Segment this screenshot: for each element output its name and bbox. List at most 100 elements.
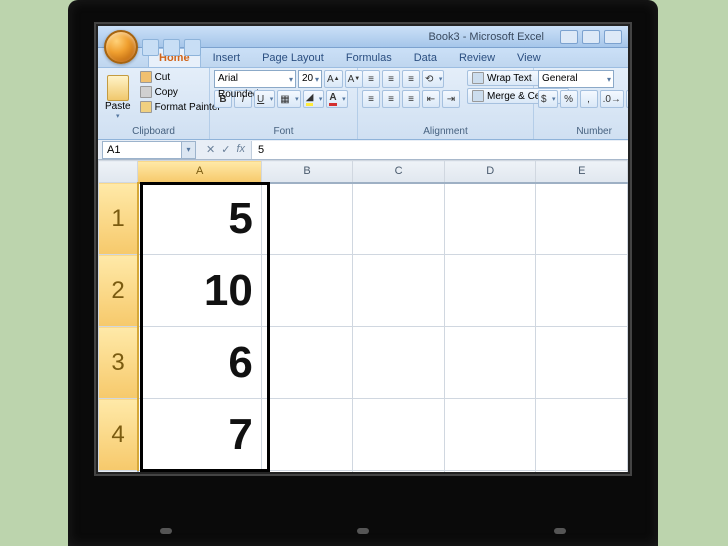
row-header-4[interactable]: 4: [99, 399, 138, 471]
close-button[interactable]: [604, 30, 622, 44]
cell-e2[interactable]: [536, 255, 628, 327]
worksheet[interactable]: A B C D E 1 5 2 10: [98, 160, 628, 472]
number-format-combo[interactable]: General: [538, 70, 614, 88]
qat-redo-button[interactable]: [184, 39, 201, 56]
name-box-value: A1: [107, 144, 120, 156]
group-alignment: ≡ ≡ ≡ ⟲ ≡ ≡ ≡ ⇤ ⇥: [358, 68, 534, 139]
cell-e4[interactable]: [536, 399, 628, 471]
increase-decimal-button[interactable]: .0→: [600, 90, 624, 108]
cell-a4[interactable]: 7: [138, 399, 261, 471]
underline-button[interactable]: U: [254, 90, 275, 108]
cell-b5[interactable]: [261, 471, 353, 473]
enter-formula-icon[interactable]: ✓: [221, 143, 230, 156]
copy-icon: [140, 86, 152, 98]
select-all-corner[interactable]: [99, 161, 138, 183]
cell-c5[interactable]: [353, 471, 445, 473]
cell-c3[interactable]: [353, 327, 445, 399]
row-header-5[interactable]: [99, 471, 138, 473]
cut-label: Cut: [155, 72, 171, 83]
align-middle-button[interactable]: ≡: [382, 70, 400, 88]
cell-d3[interactable]: [444, 327, 536, 399]
laptop-hinges: [68, 528, 658, 534]
cell-a3[interactable]: 6: [138, 327, 261, 399]
cell-c1[interactable]: [353, 183, 445, 255]
ribbon: Paste ▾ Cut Copy: [98, 68, 628, 140]
row-header-2[interactable]: 2: [99, 255, 138, 327]
accounting-format-button[interactable]: $: [538, 90, 558, 108]
cell-a5[interactable]: [138, 471, 261, 473]
cell-c4[interactable]: [353, 399, 445, 471]
tab-data[interactable]: Data: [404, 49, 447, 67]
maximize-button[interactable]: [582, 30, 600, 44]
cell-b1[interactable]: [261, 183, 353, 255]
fx-icon[interactable]: fx: [236, 143, 245, 156]
cell-d4[interactable]: [444, 399, 536, 471]
col-header-d[interactable]: D: [444, 161, 536, 183]
group-font: Arial Rounded M 20 A▲ A▼ B I U ▦ ◢ A: [210, 68, 358, 139]
cell-b3[interactable]: [261, 327, 353, 399]
align-left-button[interactable]: ≡: [362, 90, 380, 108]
cell-b2[interactable]: [261, 255, 353, 327]
tab-view[interactable]: View: [507, 49, 551, 67]
formula-bar: A1 ▾ ✕ ✓ fx 5: [98, 140, 628, 160]
screen: Book3 - Microsoft Excel Home Insert Page…: [96, 24, 630, 474]
wrap-text-label: Wrap Text: [487, 73, 532, 84]
paste-button[interactable]: Paste ▾: [102, 70, 134, 125]
align-center-button[interactable]: ≡: [382, 90, 400, 108]
col-header-a[interactable]: A: [138, 161, 261, 183]
brush-icon: [140, 101, 152, 113]
cell-e3[interactable]: [536, 327, 628, 399]
row-header-3[interactable]: 3: [99, 327, 138, 399]
group-label-font: Font: [214, 125, 353, 139]
align-top-button[interactable]: ≡: [362, 70, 380, 88]
cell-d1[interactable]: [444, 183, 536, 255]
comma-format-button[interactable]: ,: [580, 90, 598, 108]
group-label-clipboard: Clipboard: [102, 125, 205, 139]
group-label-number: Number: [538, 125, 630, 139]
cell-b4[interactable]: [261, 399, 353, 471]
col-header-b[interactable]: B: [261, 161, 353, 183]
cell-a2[interactable]: 10: [138, 255, 261, 327]
cell-e1[interactable]: [536, 183, 628, 255]
increase-indent-button[interactable]: ⇥: [442, 90, 460, 108]
percent-format-button[interactable]: %: [560, 90, 578, 108]
tab-review[interactable]: Review: [449, 49, 505, 67]
decrease-decimal-button[interactable]: .0←: [626, 90, 630, 108]
paste-label: Paste: [105, 101, 131, 112]
border-icon: ▦: [280, 94, 289, 105]
cell-d2[interactable]: [444, 255, 536, 327]
window-title: Book3 - Microsoft Excel: [428, 31, 544, 43]
cell-a1[interactable]: 5: [138, 183, 261, 255]
fill-color-button[interactable]: ◢: [303, 90, 325, 108]
minimize-button[interactable]: [560, 30, 578, 44]
font-color-button[interactable]: A: [326, 90, 347, 108]
cell-c2[interactable]: [353, 255, 445, 327]
wrap-text-icon: [472, 72, 484, 84]
row-header-1[interactable]: 1: [99, 183, 138, 255]
tab-formulas[interactable]: Formulas: [336, 49, 402, 67]
font-name-combo[interactable]: Arial Rounded M: [214, 70, 296, 88]
qat-save-button[interactable]: [142, 39, 159, 56]
formula-input[interactable]: 5: [251, 141, 628, 159]
qat-undo-button[interactable]: [163, 39, 180, 56]
decrease-indent-button[interactable]: ⇤: [422, 90, 440, 108]
font-size-combo[interactable]: 20: [298, 70, 322, 88]
laptop-frame: Book3 - Microsoft Excel Home Insert Page…: [68, 0, 658, 546]
orientation-button[interactable]: ⟲: [422, 70, 444, 88]
office-button[interactable]: [104, 30, 138, 64]
cancel-formula-icon[interactable]: ✕: [206, 143, 215, 156]
tab-insert[interactable]: Insert: [203, 49, 251, 67]
col-header-e[interactable]: E: [536, 161, 628, 183]
grow-font-button[interactable]: A▲: [324, 70, 343, 88]
name-box-dropdown[interactable]: ▾: [181, 142, 195, 158]
cell-d5[interactable]: [444, 471, 536, 473]
align-right-button[interactable]: ≡: [402, 90, 420, 108]
font-color-icon: A: [329, 92, 336, 106]
border-button[interactable]: ▦: [277, 90, 300, 108]
align-bottom-button[interactable]: ≡: [402, 70, 420, 88]
col-header-c[interactable]: C: [353, 161, 445, 183]
name-box[interactable]: A1 ▾: [102, 141, 196, 159]
quick-access-toolbar: [104, 30, 201, 64]
cell-e5[interactable]: [536, 471, 628, 473]
tab-page-layout[interactable]: Page Layout: [252, 49, 334, 67]
